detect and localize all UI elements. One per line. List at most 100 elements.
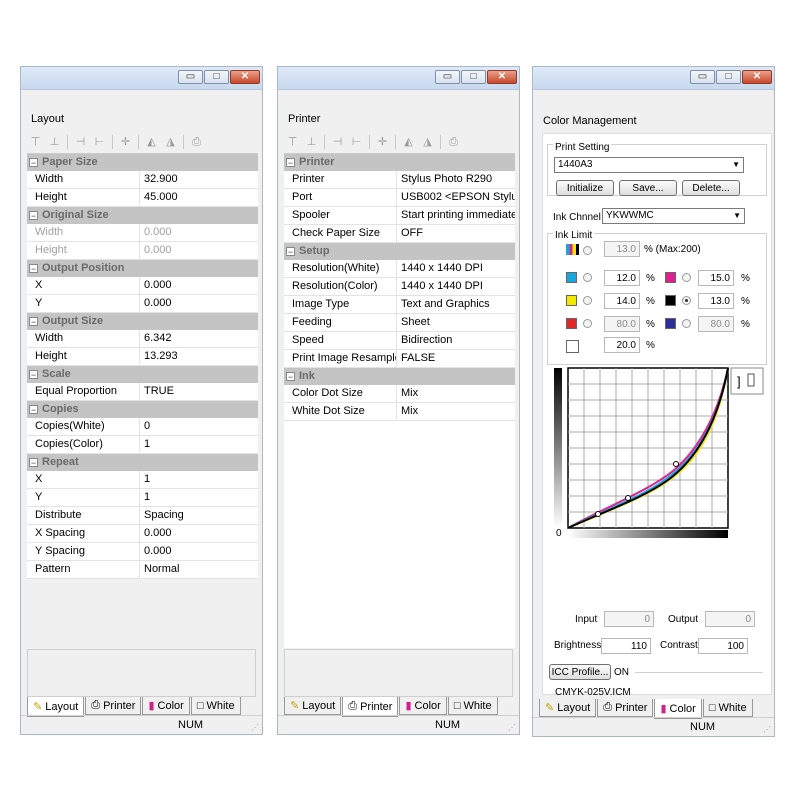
yellow-radio[interactable] xyxy=(583,296,592,305)
property-value[interactable]: Text and Graphics xyxy=(397,296,515,313)
property-row[interactable]: X1 xyxy=(27,471,258,489)
property-value[interactable]: 1 xyxy=(140,436,258,453)
maximize-icon[interactable]: □ xyxy=(461,70,486,84)
print-icon[interactable]: ⎙ xyxy=(188,134,205,150)
collapse-icon[interactable]: − xyxy=(29,405,38,415)
align-left-icon[interactable]: ⊣ xyxy=(72,134,89,150)
contrast-field[interactable]: 100 xyxy=(698,638,748,654)
property-value[interactable]: 1 xyxy=(140,489,258,506)
curve-control-point[interactable] xyxy=(625,495,631,501)
property-value[interactable]: Normal xyxy=(140,561,258,578)
property-value[interactable]: USB002 <EPSON Stylus xyxy=(397,189,515,206)
property-row[interactable]: X Spacing 0.000 xyxy=(27,525,258,543)
property-row[interactable]: Speed Bidirection xyxy=(284,332,515,350)
close-icon[interactable]: ✕ xyxy=(742,70,772,84)
property-value[interactable]: 0.000 xyxy=(140,525,258,542)
category-header[interactable]: − Ink xyxy=(284,368,515,385)
property-value[interactable]: 1 xyxy=(140,471,258,488)
category-header[interactable]: − Original Size xyxy=(27,207,258,224)
property-row[interactable]: Height 45.000 xyxy=(27,189,258,207)
property-value[interactable]: 6.342 xyxy=(140,330,258,347)
property-row[interactable]: Spooler Start printing immediate xyxy=(284,207,515,225)
minimize-icon[interactable]: ▭ xyxy=(178,70,203,84)
minimize-icon[interactable]: ▭ xyxy=(435,70,460,84)
magenta-radio[interactable] xyxy=(682,273,691,282)
collapse-icon[interactable]: − xyxy=(29,158,38,168)
close-icon[interactable]: ✕ xyxy=(230,70,260,84)
property-value[interactable]: FALSE xyxy=(397,350,515,367)
property-value[interactable]: 0 xyxy=(140,418,258,435)
ink-channel-select[interactable]: YKWWMC ▼ xyxy=(602,208,745,224)
tab-color[interactable]: ▮ Color xyxy=(399,697,447,715)
magenta-limit-field[interactable]: 15.0 xyxy=(698,270,734,286)
category-header[interactable]: − Printer xyxy=(284,154,515,171)
total-ink-radio[interactable] xyxy=(583,246,592,255)
tab-printer[interactable]: ⎙ Printer xyxy=(342,697,399,717)
property-row[interactable]: Color Dot Size Mix xyxy=(284,385,515,403)
flip-vertical-icon[interactable]: ◮ xyxy=(162,134,179,150)
resize-grip-icon[interactable]: ⋰ xyxy=(508,723,516,732)
category-header[interactable]: − Setup xyxy=(284,243,515,260)
resize-grip-icon[interactable]: ⋰ xyxy=(251,723,259,732)
collapse-icon[interactable]: − xyxy=(29,458,38,468)
minimize-icon[interactable]: ▭ xyxy=(690,70,715,84)
tab-printer[interactable]: ⎙ Printer xyxy=(597,699,654,717)
property-value[interactable]: 45.000 xyxy=(140,189,258,206)
white-limit-field[interactable]: 20.0 xyxy=(604,337,640,353)
tab-layout[interactable]: ✎ Layout xyxy=(27,697,85,717)
tab-layout[interactable]: ✎ Layout xyxy=(539,699,597,717)
property-value[interactable]: 0.000 xyxy=(140,543,258,560)
flip-horizontal-icon[interactable]: ◭ xyxy=(143,134,160,150)
property-row[interactable]: Height 13.293 xyxy=(27,348,258,366)
category-header[interactable]: − Output Position xyxy=(27,260,258,277)
property-value[interactable]: Bidirection xyxy=(397,332,515,349)
property-row[interactable]: Copies(Color) 1 xyxy=(27,436,258,454)
collapse-icon[interactable]: − xyxy=(29,211,38,221)
curve-control-point[interactable] xyxy=(595,511,601,517)
initialize-button[interactable]: Initialize xyxy=(556,180,614,196)
property-row[interactable]: Y Spacing 0.000 xyxy=(27,543,258,561)
curve-control-point[interactable] xyxy=(673,461,679,467)
tab-color[interactable]: ▮ Color xyxy=(654,699,702,719)
property-row[interactable]: Print Image Resample FALSE xyxy=(284,350,515,368)
center-icon[interactable]: ✛ xyxy=(117,134,134,150)
property-row[interactable]: Pattern Normal xyxy=(27,561,258,579)
red-limit-field[interactable]: 80.0 xyxy=(604,316,640,332)
brightness-field[interactable]: 110 xyxy=(601,638,651,654)
flip-horizontal-icon[interactable]: ◭ xyxy=(400,134,417,150)
close-icon[interactable]: ✕ xyxy=(487,70,517,84)
property-row[interactable]: Check Paper Size OFF xyxy=(284,225,515,243)
category-header[interactable]: − Copies xyxy=(27,401,258,418)
tab-printer[interactable]: ⎙ Printer xyxy=(85,697,142,715)
yellow-limit-field[interactable]: 14.0 xyxy=(604,293,640,309)
property-row[interactable]: Resolution(Color) 1440 x 1440 DPI xyxy=(284,278,515,296)
property-value[interactable]: 13.293 xyxy=(140,348,258,365)
blue-limit-field[interactable]: 80.0 xyxy=(698,316,734,332)
total-ink-field[interactable]: 13.0 xyxy=(604,241,640,257)
maximize-icon[interactable]: □ xyxy=(716,70,741,84)
property-value[interactable]: Start printing immediate xyxy=(397,207,515,224)
align-left-icon[interactable]: ⊣ xyxy=(329,134,346,150)
property-value[interactable]: Sheet xyxy=(397,314,515,331)
input-field[interactable]: 0 xyxy=(604,611,654,627)
property-value[interactable]: 0.000 xyxy=(140,277,258,294)
property-row[interactable]: Printer Stylus Photo R290 xyxy=(284,171,515,189)
property-row[interactable]: Feeding Sheet xyxy=(284,314,515,332)
tab-white[interactable]: □ White xyxy=(702,699,753,717)
align-right-icon[interactable]: ⊢ xyxy=(348,134,365,150)
center-icon[interactable]: ✛ xyxy=(374,134,391,150)
black-limit-field[interactable]: 13.0 xyxy=(698,293,734,309)
red-radio[interactable] xyxy=(583,319,592,328)
property-row[interactable]: Width 6.342 xyxy=(27,330,258,348)
property-row[interactable]: Port USB002 <EPSON Stylus xyxy=(284,189,515,207)
print-icon[interactable]: ⎙ xyxy=(445,134,462,150)
flip-vertical-icon[interactable]: ◮ xyxy=(419,134,436,150)
tab-white[interactable]: □ White xyxy=(447,697,498,715)
icc-profile-button[interactable]: ICC Profile... xyxy=(549,664,611,680)
property-row[interactable]: Distribute Spacing xyxy=(27,507,258,525)
property-value[interactable]: Mix xyxy=(397,385,515,402)
align-right-icon[interactable]: ⊢ xyxy=(91,134,108,150)
collapse-icon[interactable]: − xyxy=(286,372,295,382)
tone-curve-chart[interactable]: 0 ] xyxy=(548,366,768,606)
align-bottom-icon[interactable]: ⊥ xyxy=(303,134,320,150)
